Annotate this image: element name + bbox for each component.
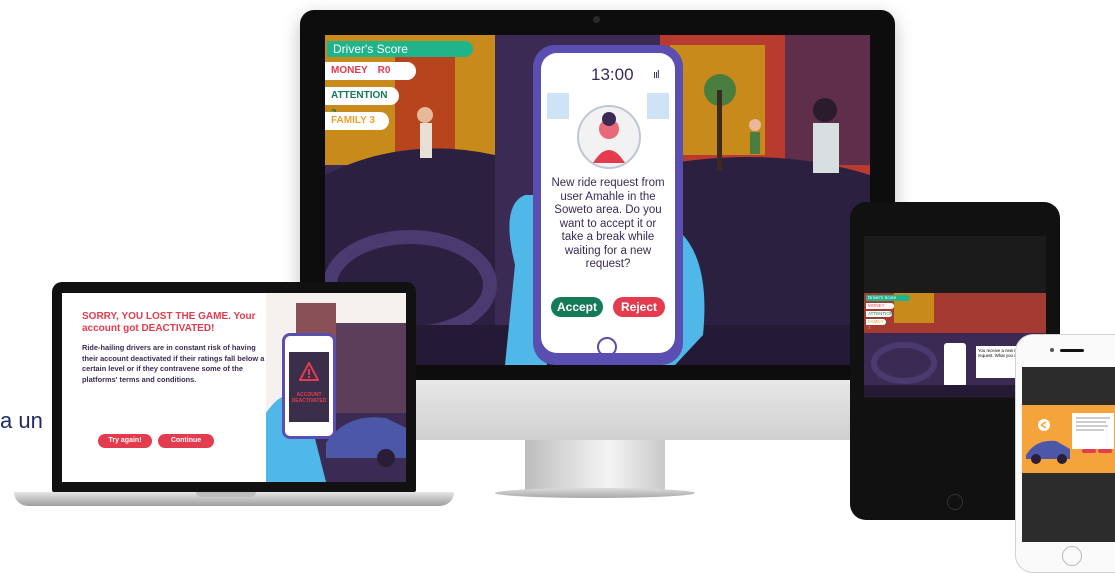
attention-indicator: ATTENTION 3 [325, 87, 399, 119]
tablet-family-indicator: FAMILY 3 [866, 319, 886, 330]
car-illustration [1022, 405, 1115, 473]
smartphone-screen [1022, 367, 1115, 542]
monitor-base [495, 488, 695, 498]
try-again-button[interactable]: Try again! [98, 434, 152, 448]
tablet-score-title: Driver's Score [866, 295, 910, 301]
smartphone [1015, 334, 1115, 573]
laptop-game-over-screen: SORRY, YOU LOST THE GAME. Your account g… [62, 293, 406, 482]
in-game-phone: 13:00 ııl New ride request from user Ama… [533, 45, 683, 365]
money-value: R0 [377, 65, 391, 76]
game-over-title: SORRY, YOU LOST THE GAME. Your account g… [82, 311, 256, 334]
game-over-explanation: Ride-hailing drivers are in constant ris… [82, 343, 265, 384]
money-label: MONEY [331, 65, 368, 76]
deactivated-phone-screen: ACCOUNT DEACTIVATED [289, 352, 329, 422]
monitor-stand [525, 440, 665, 492]
accept-button[interactable]: Accept [551, 297, 603, 317]
money-indicator: MONEY R0 [325, 62, 416, 80]
reject-button[interactable]: Reject [613, 297, 665, 317]
window-decoration [647, 93, 669, 119]
window-decoration [547, 93, 569, 119]
passenger-avatar [577, 105, 641, 169]
smartphone-home-button[interactable] [1062, 546, 1082, 566]
family-indicator: FAMILY 3 [325, 112, 389, 130]
partial-body-text: a un [0, 408, 43, 433]
account-deactivated-badge: ACCOUNT DEACTIVATED [291, 392, 327, 404]
webcam-icon [593, 16, 600, 23]
continue-button[interactable]: Continue [158, 434, 214, 448]
ride-request-message: New ride request from user Amahle in the… [551, 177, 665, 270]
signal-icon: ııl [653, 69, 659, 81]
passenger-avatar-icon [593, 112, 625, 163]
phone-screen: 13:00 ııl New ride request from user Ama… [541, 53, 675, 353]
laptop: SORRY, YOU LOST THE GAME. Your account g… [52, 282, 416, 492]
deactivated-phone: ACCOUNT DEACTIVATED [282, 333, 336, 439]
phone-home-button[interactable] [597, 337, 617, 353]
laptop-notch [196, 492, 256, 497]
warning-icon [299, 362, 319, 381]
earpiece [1060, 349, 1084, 352]
smartphone-game-scene [1022, 405, 1115, 473]
deactivated-illustration: ACCOUNT DEACTIVATED [266, 293, 406, 482]
tablet-attention-indicator: ATTENTION 3 [866, 311, 894, 322]
tablet-home-button[interactable] [947, 494, 963, 510]
drivers-score-title: Driver's Score [327, 41, 473, 57]
front-camera-icon [1050, 348, 1054, 352]
phone-clock: 13:00 [591, 65, 634, 84]
tablet-money-indicator: MONEY [866, 303, 894, 309]
